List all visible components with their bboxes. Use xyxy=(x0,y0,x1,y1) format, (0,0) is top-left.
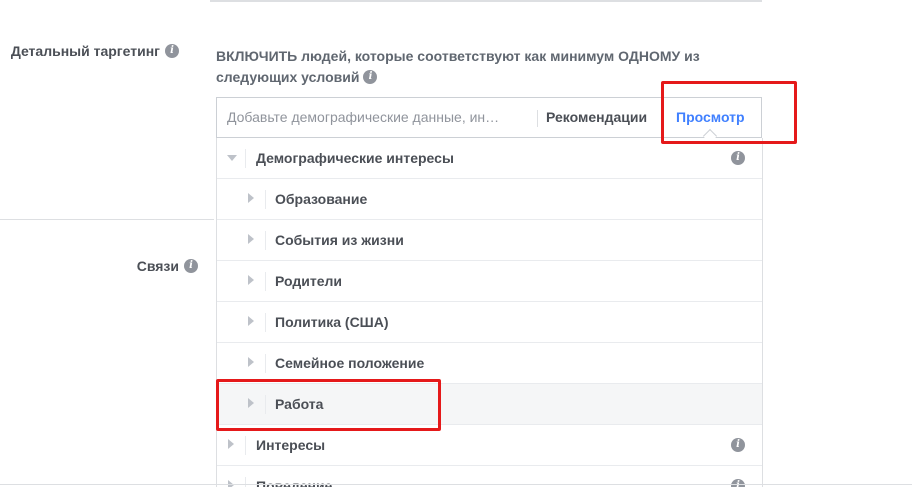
tree-item-education[interactable]: Образование xyxy=(217,179,762,220)
row-separator xyxy=(265,231,266,250)
tree-item-interests[interactable]: Интересы i xyxy=(217,425,762,466)
info-icon[interactable]: i xyxy=(184,259,198,274)
info-icon[interactable]: i xyxy=(731,151,745,165)
tree-item-label: Политика (США) xyxy=(275,314,389,330)
row-separator xyxy=(265,313,266,332)
info-icon[interactable]: i xyxy=(165,44,179,59)
tree-item-life-events[interactable]: События из жизни xyxy=(217,220,762,261)
search-divider xyxy=(537,110,538,127)
caret-right-icon[interactable] xyxy=(248,316,254,326)
tree-item-label: Образование xyxy=(275,191,368,207)
caret-right-icon[interactable] xyxy=(248,193,254,203)
caret-right-icon[interactable] xyxy=(228,439,234,449)
browse-dropdown: Демографические интересы i Образование С… xyxy=(216,138,763,487)
tree-item-demographics[interactable]: Демографические интересы i xyxy=(217,138,762,179)
row-separator xyxy=(245,149,246,168)
row-separator xyxy=(265,354,266,373)
info-icon[interactable]: i xyxy=(731,479,745,487)
info-icon[interactable]: i xyxy=(363,70,378,85)
top-divider xyxy=(210,0,762,2)
highlight-box-work xyxy=(216,379,441,431)
caret-right-icon[interactable] xyxy=(248,275,254,285)
detailed-targeting-text: Детальный таргетинг xyxy=(10,43,160,59)
tree-item-relationship[interactable]: Семейное положение xyxy=(217,343,762,384)
tree-item-label: Семейное положение xyxy=(275,355,425,371)
connections-text: Связи xyxy=(136,258,179,274)
row-separator xyxy=(245,436,246,455)
tree-item-label: Демографические интересы xyxy=(256,150,454,166)
info-icon[interactable]: i xyxy=(731,438,745,452)
targeting-search-input[interactable] xyxy=(227,109,537,125)
recommendations-button[interactable]: Рекомендации xyxy=(546,109,647,125)
detailed-targeting-label: Детальный таргетинг i xyxy=(11,43,179,59)
caret-right-icon[interactable] xyxy=(248,357,254,367)
include-condition-label: ВКЛЮЧИТЬ людей, которые соответствуют ка… xyxy=(216,48,700,85)
tree-item-label: Родители xyxy=(275,273,342,289)
tree-item-label: Интересы xyxy=(256,437,326,453)
row-separator xyxy=(265,272,266,291)
row-separator xyxy=(265,190,266,209)
caret-down-icon[interactable] xyxy=(227,155,237,161)
tree-item-politics[interactable]: Политика (США) xyxy=(217,302,762,343)
tree-item-label: Поведение xyxy=(256,478,333,487)
caret-right-icon[interactable] xyxy=(248,234,254,244)
row-separator xyxy=(245,477,246,487)
tree-item-parents[interactable]: Родители xyxy=(217,261,762,302)
connections-label: Связи i xyxy=(137,258,198,274)
bottom-divider xyxy=(0,484,912,485)
tree-item-label: События из жизни xyxy=(275,232,404,248)
highlight-box-browse xyxy=(661,81,797,144)
section-divider xyxy=(0,219,214,220)
